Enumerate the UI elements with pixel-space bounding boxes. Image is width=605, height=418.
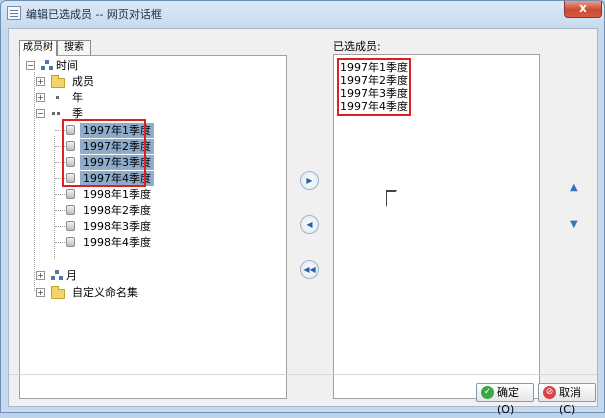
expand-icon[interactable]: +: [36, 271, 45, 280]
level-icon: [57, 112, 60, 115]
move-up-icon[interactable]: ▲: [570, 182, 578, 193]
tab-member-tree[interactable]: 成员树: [19, 40, 57, 56]
member-tree-panel[interactable]: − 时间 + 成员 + 年 − 季 1997年1季度 1997年2季度 1997…: [19, 55, 287, 399]
hierarchy-icon: [51, 270, 63, 281]
tree-node-label: 成员: [72, 75, 94, 88]
tree-line: [34, 72, 35, 291]
footer-divider: [9, 374, 597, 375]
tab-search[interactable]: 搜索: [57, 40, 91, 55]
expand-icon[interactable]: +: [36, 93, 45, 102]
selected-members-label: 已选成员:: [333, 40, 381, 53]
tree-member-label: 1998年2季度: [83, 204, 151, 217]
member-icon: [66, 221, 75, 231]
ok-button-label: 确定(O): [497, 386, 519, 416]
collapse-icon[interactable]: −: [36, 109, 45, 118]
move-down-icon[interactable]: ▼: [570, 219, 578, 230]
level-icon: [52, 112, 55, 115]
tree-member-label: 1998年1季度: [83, 188, 151, 201]
highlight-box: [337, 58, 411, 116]
selected-members-list[interactable]: 1997年1季度 1997年2季度 1997年3季度 1997年4季度: [333, 54, 540, 399]
tree-member-label: 1998年3季度: [83, 220, 151, 233]
window-title: 编辑已选成员 -- 网页对话框: [26, 8, 162, 21]
cancel-button-label: 取消(C): [559, 386, 581, 416]
remove-member-button[interactable]: ◀: [300, 215, 319, 234]
remove-all-button[interactable]: ◀◀: [300, 260, 319, 279]
hierarchy-icon: [41, 60, 53, 71]
folder-icon: [51, 286, 65, 299]
dialog-window: 编辑已选成员 -- 网页对话框 x 成员树 搜索 − 时间 + 成员 + 年 −…: [0, 0, 605, 416]
expand-icon[interactable]: +: [36, 288, 45, 297]
dialog-content: 成员树 搜索 − 时间 + 成员 + 年 − 季 1997年1季度 1997年2…: [8, 28, 598, 416]
tree-node-label: 月: [66, 269, 77, 282]
title-bar[interactable]: 编辑已选成员 -- 网页对话框 x: [1, 1, 604, 27]
add-member-button[interactable]: ▶: [300, 171, 319, 190]
tree-line: [54, 136, 55, 259]
tree-node-label: 年: [72, 91, 83, 104]
expand-icon[interactable]: +: [36, 77, 45, 86]
folder-icon: [51, 75, 65, 88]
collapse-icon[interactable]: −: [26, 61, 35, 70]
highlight-box: [62, 119, 146, 187]
dialog-icon: [7, 6, 21, 20]
close-button[interactable]: x: [564, 1, 602, 18]
cancel-icon: ⊘: [543, 386, 556, 399]
level-icon: [56, 96, 59, 99]
ok-button[interactable]: ✓ 确定(O): [476, 383, 534, 416]
check-icon: ✓: [481, 386, 494, 399]
tree-node-label: 时间: [56, 59, 78, 72]
tree-node-label: 自定义命名集: [72, 286, 138, 299]
cancel-button[interactable]: ⊘ 取消(C): [538, 383, 596, 416]
tree-member-label: 1998年4季度: [83, 236, 151, 249]
mouse-cursor-fill: [387, 192, 396, 206]
member-icon: [66, 205, 75, 215]
member-icon: [66, 189, 75, 199]
member-icon: [66, 237, 75, 247]
